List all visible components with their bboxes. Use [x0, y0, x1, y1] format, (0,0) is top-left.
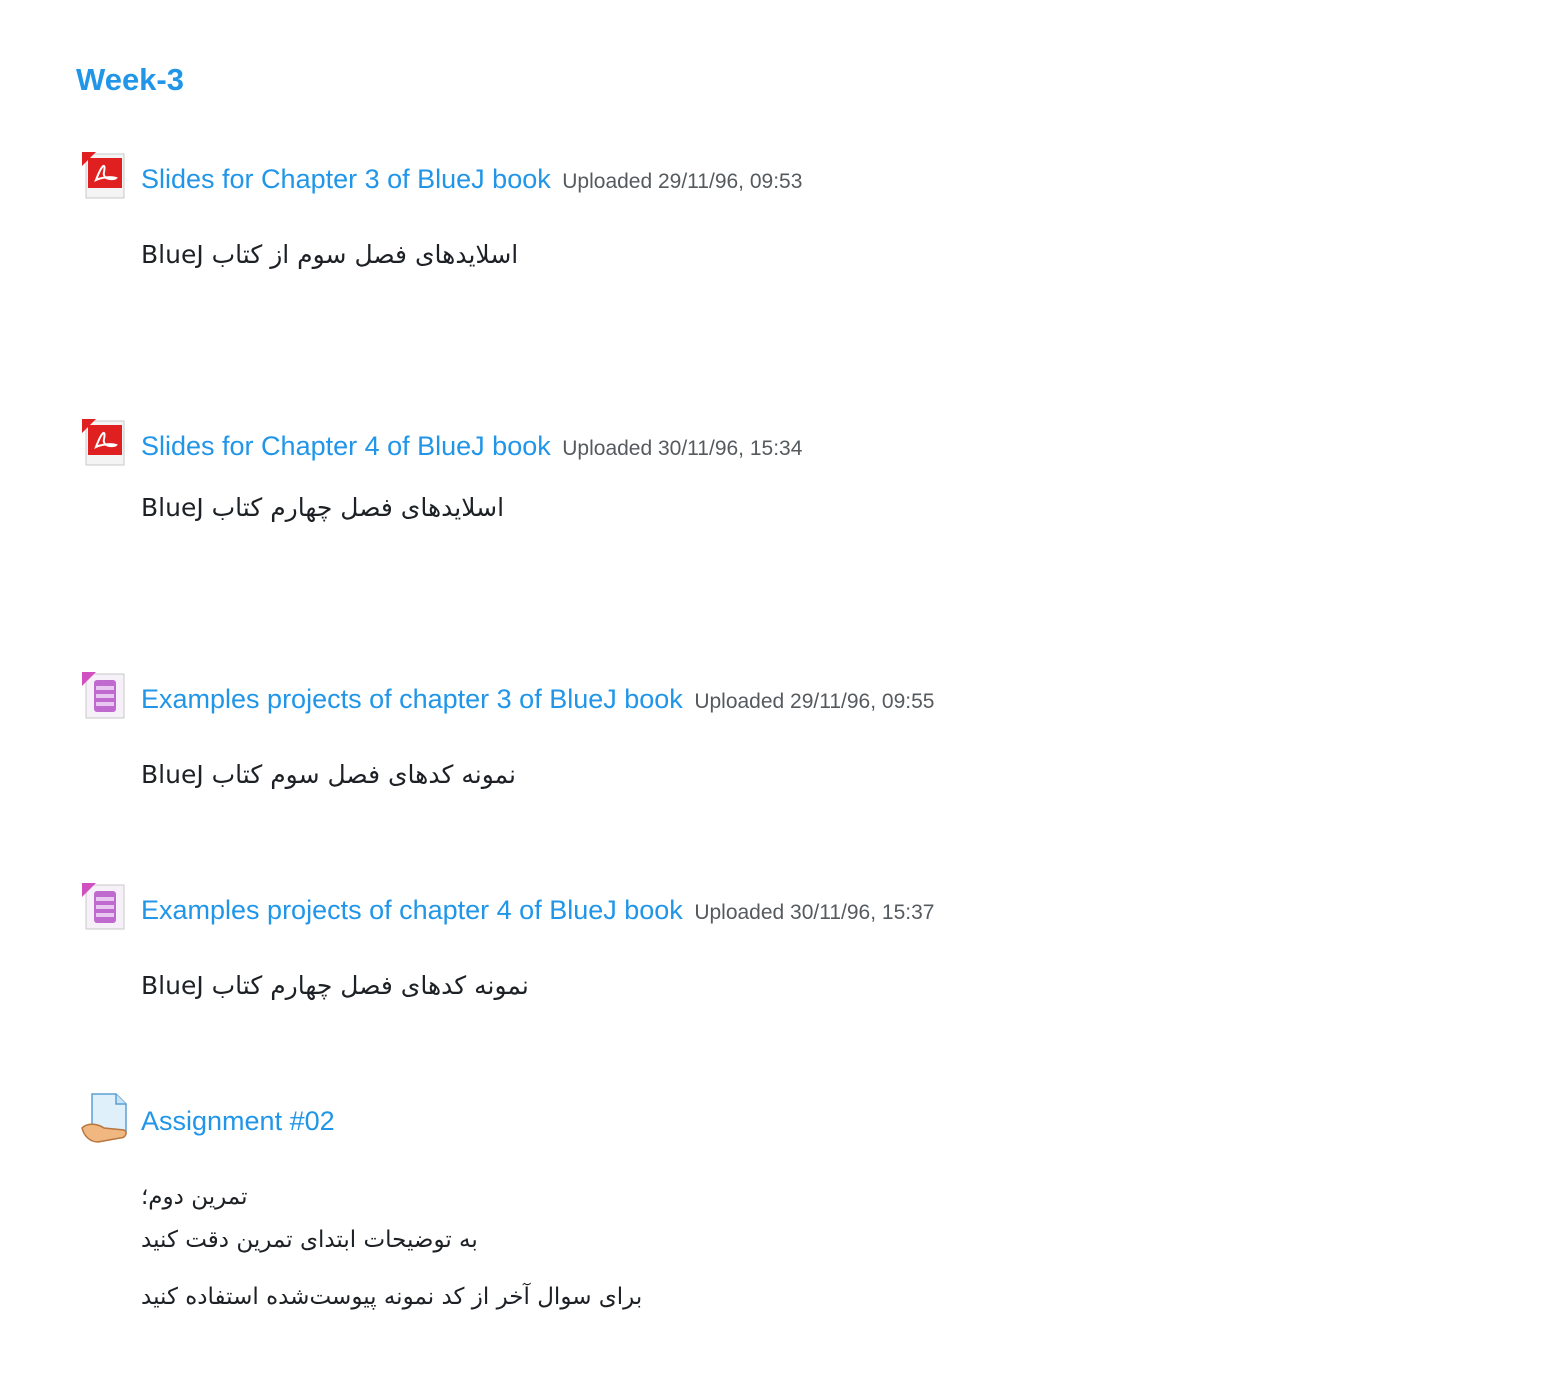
activity-title: Assignment #02: [141, 1106, 335, 1136]
activity-link[interactable]: Examples projects of chapter 4 of BlueJ …: [141, 895, 934, 926]
archive-icon: [80, 881, 130, 933]
activity-description-line: به توضیحات ابتدای تمرین دقت کنید: [141, 1227, 478, 1253]
activity-title: Slides for Chapter 4 of BlueJ book: [141, 431, 551, 461]
activity-description: اسلایدهای فصل چهارم کتاب BlueJ: [141, 493, 505, 522]
activity-item: Slides for Chapter 3 of BlueJ book Uploa…: [80, 150, 1280, 269]
activity-item: Examples projects of chapter 3 of BlueJ …: [80, 670, 1280, 789]
activity-item: Assignment #02 تمرین دوم؛ به توضیحات ابت…: [80, 1092, 1280, 1310]
section-title: Week-3: [76, 62, 184, 97]
pdf-icon: [80, 417, 130, 469]
activity-link[interactable]: Examples projects of chapter 3 of BlueJ …: [141, 684, 934, 715]
activity-description: نمونه کدهای فصل چهارم کتاب BlueJ: [141, 971, 529, 1000]
activity-link[interactable]: Slides for Chapter 4 of BlueJ book Uploa…: [141, 431, 802, 462]
activity-title: Examples projects of chapter 3 of BlueJ …: [141, 684, 683, 714]
activity-description: نمونه کدهای فصل سوم کتاب BlueJ: [141, 760, 517, 789]
upload-date: Uploaded 30/11/96, 15:34: [562, 437, 803, 460]
activity-title: Slides for Chapter 3 of BlueJ book: [141, 164, 551, 194]
upload-date: Uploaded 29/11/96, 09:55: [694, 690, 935, 713]
activity-description-line: تمرین دوم؛: [141, 1184, 248, 1210]
assignment-icon: [80, 1092, 130, 1144]
archive-icon: [80, 670, 130, 722]
pdf-icon: [80, 150, 130, 202]
upload-date: Uploaded 29/11/96, 09:53: [562, 170, 803, 193]
activity-title: Examples projects of chapter 4 of BlueJ …: [141, 895, 683, 925]
activity-description: اسلایدهای فصل سوم از کتاب BlueJ: [141, 240, 519, 269]
activity-item: Slides for Chapter 4 of BlueJ book Uploa…: [80, 417, 1280, 522]
activity-description-line: برای سوال آخر از کد نمونه پیوست‌شده استف…: [141, 1284, 643, 1310]
activity-link[interactable]: Assignment #02: [141, 1106, 335, 1137]
upload-date: Uploaded 30/11/96, 15:37: [694, 901, 935, 924]
activity-link[interactable]: Slides for Chapter 3 of BlueJ book Uploa…: [141, 164, 802, 195]
activity-item: Examples projects of chapter 4 of BlueJ …: [80, 881, 1280, 1000]
